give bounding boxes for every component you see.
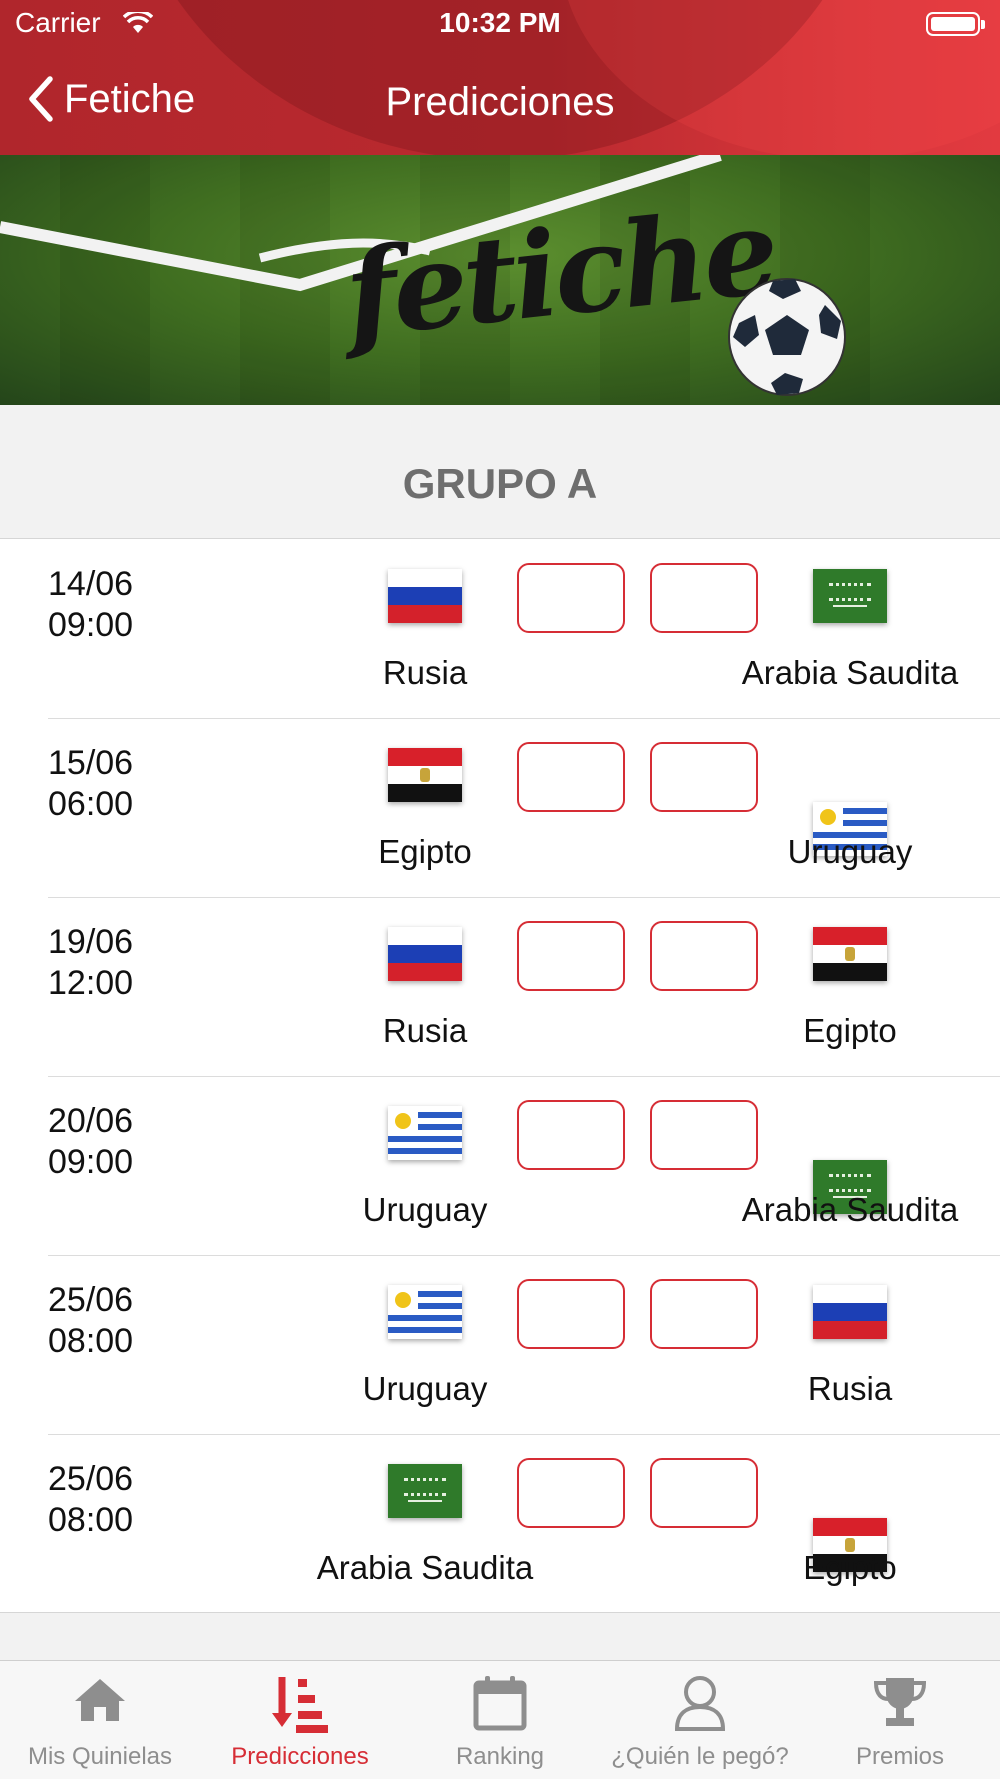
status-bar: Carrier 10:32 PM: [0, 0, 1000, 50]
away-score-input[interactable]: [650, 563, 758, 633]
match-datetime: 19/06 12:00: [48, 922, 133, 1004]
match-row: 25/06 08:00 Uruguay Rusia: [0, 1255, 1000, 1434]
away-score-input[interactable]: [650, 742, 758, 812]
saudi-arabia-flag: [388, 1464, 462, 1518]
home-team-name: Arabia Saudita: [316, 1549, 534, 1586]
away-score-input[interactable]: [650, 1458, 758, 1528]
away-team-name: Arabia Saudita: [741, 654, 959, 691]
tab-label: Premios: [855, 1743, 945, 1770]
match-row: 25/06 08:00 Arabia Saudita Egipto: [0, 1434, 1000, 1613]
tab-premios[interactable]: Premios: [800, 1661, 1000, 1779]
home-icon: [73, 1675, 127, 1730]
away-score-input[interactable]: [650, 1279, 758, 1349]
match-row: 20/06 09:00 Uruguay Arabia Saudita: [0, 1076, 1000, 1255]
match-time: 09:00: [48, 1143, 134, 1181]
away-score-input[interactable]: [650, 921, 758, 991]
match-datetime: 20/06 09:00: [48, 1101, 133, 1183]
home-team-name: Rusia: [382, 654, 468, 691]
tab-quien-le-pego[interactable]: ¿Quién le pegó?: [600, 1661, 800, 1779]
match-time: 09:00: [48, 606, 134, 644]
user-icon: [673, 1675, 727, 1736]
calendar-icon: [473, 1675, 527, 1736]
match-row: 14/06 09:00 Rusia Arabia Saudita: [0, 539, 1000, 718]
match-date: 20/06: [48, 1102, 134, 1140]
away-team-name: Egipto: [803, 1012, 897, 1049]
status-time: 10:32 PM: [439, 7, 561, 38]
away-team-name: Egipto: [803, 1549, 897, 1586]
tab-ranking[interactable]: Ranking: [400, 1661, 600, 1779]
match-date: 25/06: [48, 1281, 134, 1319]
match-row: 19/06 12:00 Rusia Egipto: [0, 897, 1000, 1076]
tab-label: Predicciones: [231, 1743, 369, 1770]
match-list: 14/06 09:00 Rusia Arabia Saudita 15/06 06:00 E…: [0, 538, 1000, 1613]
home-score-input[interactable]: [517, 1100, 625, 1170]
match-datetime: 25/06 08:00: [48, 1459, 133, 1541]
match-time: 08:00: [48, 1322, 134, 1360]
match-time: 12:00: [48, 964, 134, 1002]
home-team-name: Uruguay: [362, 1370, 488, 1407]
group-title: GRUPO A: [402, 460, 598, 507]
home-team-name: Rusia: [382, 1012, 468, 1049]
russia-flag: [388, 569, 462, 623]
saudi-arabia-flag: [813, 569, 887, 623]
russia-flag: [813, 1285, 887, 1339]
page-title: Predicciones: [385, 80, 615, 124]
egypt-flag: [813, 927, 887, 981]
home-team-name: Uruguay: [362, 1191, 488, 1228]
away-team-name: Uruguay: [787, 833, 913, 870]
banner-image: fetiche: [0, 155, 1000, 405]
match-date: 19/06: [48, 923, 134, 961]
uruguay-flag: [388, 1106, 462, 1160]
match-datetime: 14/06 09:00: [48, 564, 133, 646]
away-score-input[interactable]: [650, 1100, 758, 1170]
soccer-ball-icon: [728, 278, 846, 396]
match-time: 08:00: [48, 1501, 134, 1539]
match-datetime: 15/06 06:00: [48, 743, 133, 825]
tab-predicciones[interactable]: Predicciones: [200, 1661, 400, 1779]
tab-label: ¿Quién le pegó?: [611, 1743, 789, 1770]
match-time: 06:00: [48, 785, 134, 823]
tab-label: Ranking: [455, 1743, 545, 1770]
home-score-input[interactable]: [517, 921, 625, 991]
away-team-name: Arabia Saudita: [741, 1191, 959, 1228]
nav-bar: Fetiche Predicciones: [0, 62, 1000, 142]
match-row: 15/06 06:00 Egipto Uruguay: [0, 718, 1000, 897]
away-team-name: Rusia: [807, 1370, 893, 1407]
home-score-input[interactable]: [517, 1458, 625, 1528]
match-date: 14/06: [48, 565, 134, 603]
home-score-input[interactable]: [517, 1279, 625, 1349]
egypt-flag: [388, 748, 462, 802]
battery-icon: [926, 12, 985, 36]
home-score-input[interactable]: [517, 742, 625, 812]
match-datetime: 25/06 08:00: [48, 1280, 133, 1362]
home-score-input[interactable]: [517, 563, 625, 633]
sort-down-icon: [270, 1675, 330, 1740]
navigation-header: Carrier 10:32 PM Fetiche Predicciones: [0, 0, 1000, 155]
match-date: 15/06: [48, 744, 134, 782]
home-team-name: Egipto: [378, 833, 472, 870]
uruguay-flag: [388, 1285, 462, 1339]
tab-mis-quinielas[interactable]: Mis Quinielas: [0, 1661, 200, 1779]
tab-bar: Mis Quinielas Predicciones Ranking ¿Quié…: [0, 1660, 1000, 1779]
tab-label: Mis Quinielas: [27, 1743, 173, 1770]
trophy-icon: [872, 1675, 928, 1734]
match-date: 25/06: [48, 1460, 134, 1498]
russia-flag: [388, 927, 462, 981]
